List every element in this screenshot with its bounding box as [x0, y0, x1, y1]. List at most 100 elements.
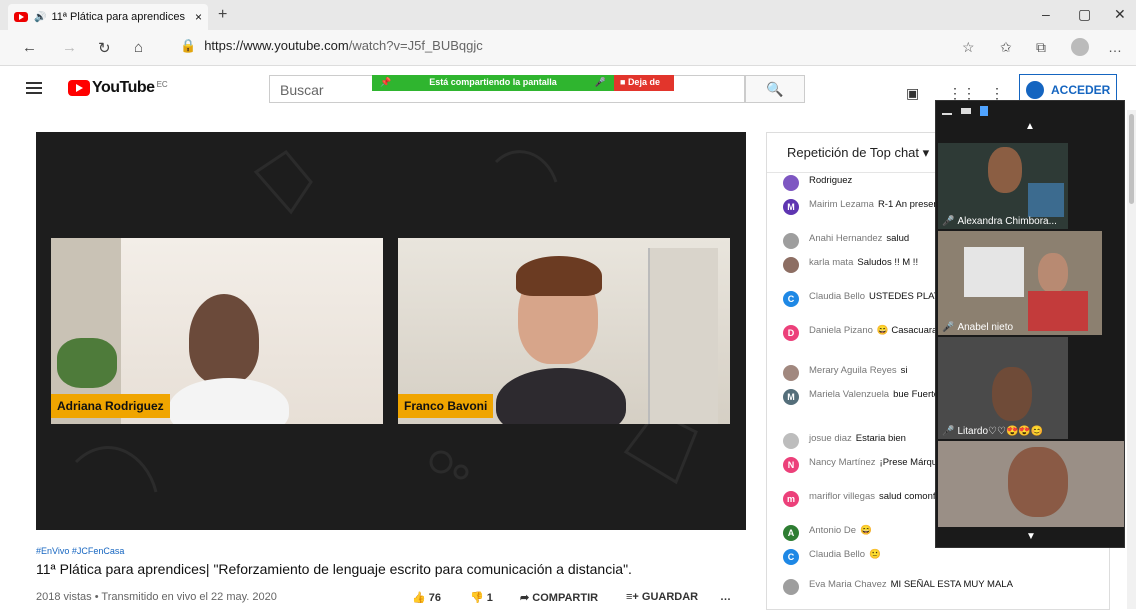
close-window-button[interactable]: ✕: [1114, 6, 1126, 23]
background-item: [1028, 183, 1064, 217]
door: [648, 248, 718, 424]
url-path: /watch?v=J5f_BUBqgjc: [348, 38, 483, 53]
share-label: COMPARTIR: [532, 592, 599, 604]
back-icon[interactable]: ←: [22, 39, 37, 56]
browser-tab[interactable]: 🔊 11ª Plática para aprendices ×: [8, 4, 208, 30]
lock-icon: 🔒: [180, 38, 197, 53]
chat-message: C Claudia Bello 🙂: [783, 549, 1109, 565]
chat-message: Eva Maria Chavez MI SEÑAL ESTA MUY MALA: [783, 579, 1109, 595]
minimize-overlay-icon[interactable]: [942, 113, 952, 115]
dislike-count: 1: [486, 592, 493, 604]
person-head-adriana: [189, 294, 259, 384]
favorites-list-icon[interactable]: ✩: [1000, 39, 1012, 56]
emoji-icon: 😄: [876, 325, 892, 336]
muted-mic-icon: 🎤: [942, 426, 955, 437]
avatar: [783, 175, 799, 191]
participant-camera: [938, 441, 1124, 527]
sharing-text: Está compartiendo la pantalla: [429, 77, 557, 87]
single-view-icon[interactable]: [961, 108, 971, 114]
muted-mic-icon: 🎤: [942, 216, 955, 227]
url-field[interactable]: 🔒 https://www.youtube.com/watch?v=J5f_BUB…: [180, 38, 483, 54]
thumbs-up-icon: 👍: [412, 592, 426, 604]
refresh-icon[interactable]: ↻: [98, 39, 111, 57]
thumbs-down-icon: 👎: [470, 592, 484, 604]
dropdown-arrow-icon: ▾: [922, 145, 930, 160]
person-body-adriana: [169, 378, 289, 424]
page-scrollbar-thumb[interactable]: [1129, 114, 1134, 204]
muted-mic-icon: 🎤: [942, 322, 955, 333]
participant-name-tag: Franco Bavoni: [398, 394, 494, 418]
participant-tile-left: Adriana Rodriguez: [51, 238, 383, 424]
video-meta: 2018 vistas • Transmitido en vivo el 22 …: [36, 591, 277, 603]
scroll-up-chevron-icon[interactable]: ▲: [936, 121, 1124, 132]
video-player[interactable]: Adriana Rodriguez Franco Bavoni: [36, 132, 746, 530]
tab-title: 11ª Plática para aprendices: [51, 11, 185, 23]
avatar: M: [783, 389, 799, 405]
avatar: [783, 579, 799, 595]
user-circle-icon: [1026, 81, 1044, 99]
hamburger-menu-icon[interactable]: [26, 82, 42, 94]
minimize-button[interactable]: –: [1042, 6, 1050, 22]
new-tab-button[interactable]: +: [218, 6, 227, 24]
avatar: D: [783, 325, 799, 341]
face: [1038, 253, 1068, 293]
save-button[interactable]: ≡+ GUARDAR: [626, 591, 698, 603]
avatar: C: [783, 549, 799, 565]
avatar: M: [783, 199, 799, 215]
maximize-button[interactable]: ▢: [1078, 6, 1091, 23]
stop-sharing-label: Deja de: [627, 77, 660, 87]
scroll-down-chevron-icon[interactable]: ▼: [936, 531, 1126, 542]
participant-label: 🎤 Anabel nieto: [942, 322, 1014, 333]
youtube-play-icon: [68, 80, 90, 96]
search-button[interactable]: 🔍: [745, 75, 805, 103]
browser-titlebar: 🔊 11ª Plática para aprendices × + – ▢ ✕: [0, 0, 1136, 30]
address-bar: ← → ↻ ⌂ 🔒 https://www.youtube.com/watch?v…: [0, 30, 1136, 66]
participant-camera: 🎤 Litardo♡♡😍😍😊: [938, 337, 1068, 439]
playlist-add-icon: ≡+: [626, 591, 639, 603]
more-actions-button[interactable]: …: [720, 591, 731, 603]
share-arrow-icon: ➦: [520, 592, 530, 604]
avatar: m: [783, 491, 799, 507]
video-title: 11ª Plática para aprendices| "Reforzamie…: [36, 561, 632, 577]
favorite-star-icon[interactable]: ☆: [962, 39, 975, 56]
plant: [57, 338, 117, 388]
avatar: [783, 433, 799, 449]
share-mic-icon[interactable]: 🎤: [595, 77, 606, 89]
create-video-icon[interactable]: ▣: [906, 85, 919, 102]
share-bar-pin-icon[interactable]: 📌: [380, 77, 391, 89]
avatar: [783, 257, 799, 273]
stop-sharing-button[interactable]: ■ Deja de: [614, 75, 674, 91]
participant-label: 🎤 Litardo♡♡😍😍😊: [942, 426, 1044, 437]
wall-items: [964, 247, 1024, 297]
forward-icon[interactable]: →: [62, 39, 77, 56]
video-hashtags[interactable]: #EnVivo #JCFenCasa: [36, 546, 124, 556]
list-view-icon[interactable]: [980, 106, 988, 116]
face: [988, 147, 1022, 193]
participant-label: 🎤 Alexandra Chimbora...: [942, 216, 1057, 227]
emoji-icon: 🙂: [868, 549, 881, 560]
avatar: [783, 365, 799, 381]
save-label: GUARDAR: [641, 591, 699, 603]
profile-avatar[interactable]: [1071, 38, 1089, 56]
dislike-button[interactable]: 👎 1: [470, 591, 493, 604]
avatar: [783, 233, 799, 249]
logo-text: YouTube: [92, 79, 155, 96]
person-body-franco: [496, 368, 626, 424]
like-button[interactable]: 👍 76: [412, 591, 441, 604]
meeting-participants-overlay[interactable]: ▲ 🎤 Alexandra Chimbora... 🎤 Anabel nieto 🎤…: [935, 100, 1125, 548]
youtube-logo[interactable]: YouTube EC: [68, 79, 168, 97]
avatar: N: [783, 457, 799, 473]
participant-camera: 🎤 Alexandra Chimbora...: [938, 143, 1068, 229]
shirt: [1028, 291, 1088, 331]
url-host: https://www.youtube.com: [204, 38, 349, 53]
collections-icon[interactable]: ⧉: [1036, 39, 1046, 56]
overlay-toolbar: [936, 101, 1124, 121]
speaker-icon[interactable]: 🔊: [34, 12, 46, 23]
browser-menu-button[interactable]: …: [1108, 39, 1122, 55]
search-icon: 🔍: [766, 81, 784, 97]
face: [1008, 447, 1068, 517]
avatar: C: [783, 291, 799, 307]
tab-close-icon[interactable]: ×: [195, 10, 202, 24]
home-icon[interactable]: ⌂: [134, 39, 143, 56]
share-button[interactable]: ➦ COMPARTIR: [520, 591, 598, 604]
